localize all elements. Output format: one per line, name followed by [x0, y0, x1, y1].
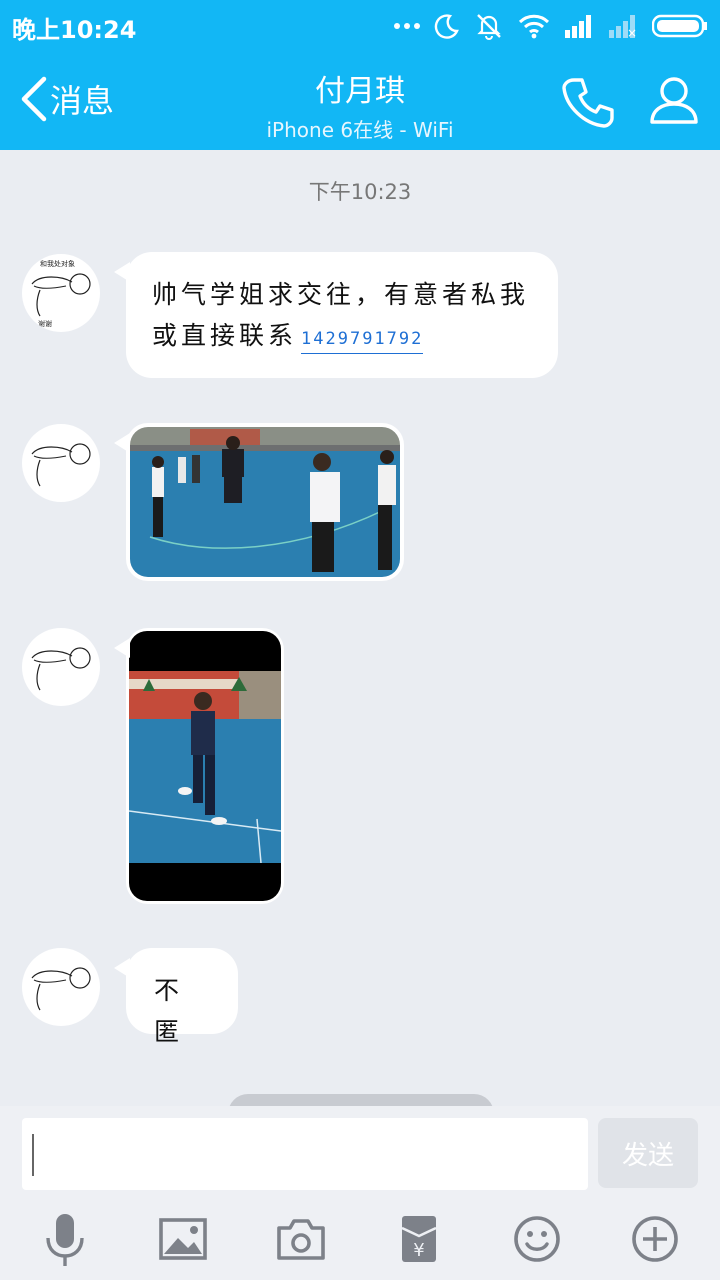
- svg-text:¥: ¥: [413, 1240, 424, 1261]
- contact-name: 付月琪: [315, 74, 405, 109]
- status-bar: 晚上10:24 ×: [0, 0, 720, 52]
- message-bubble-text[interactable]: 帅气学姐求交往，有意者私我或直接联系 1429791792: [114, 252, 558, 378]
- wifi-icon: [518, 14, 550, 39]
- status-time: 晚上10:24: [12, 16, 137, 44]
- message-text: 帅气学姐求交往，有意者私我或直接联系 1429791792: [152, 274, 532, 360]
- message-bubble-image[interactable]: [114, 423, 404, 581]
- message-bubble-text[interactable]: 不匿: [114, 948, 238, 1046]
- avatar-caption-bottom: 谢谢: [38, 319, 52, 328]
- moon-icon: [434, 14, 459, 39]
- contact-avatar[interactable]: [22, 424, 100, 502]
- contact-avatar[interactable]: 和我处对象 谢谢: [22, 254, 100, 332]
- message-bubble-image[interactable]: [114, 628, 284, 904]
- contact-avatar[interactable]: [22, 628, 100, 706]
- profile-icon[interactable]: [648, 74, 700, 126]
- message-input[interactable]: [22, 1118, 588, 1190]
- message-text: 不匿: [154, 976, 184, 1046]
- svg-text:×: ×: [627, 26, 637, 38]
- signal-no-sim-icon: ×: [609, 15, 637, 38]
- avatar-drawing: 和我处对象 谢谢: [31, 259, 91, 328]
- phone-icon[interactable]: [560, 74, 616, 130]
- signal-icon: [565, 15, 591, 38]
- send-button[interactable]: 发送: [598, 1118, 698, 1188]
- composer-area: 发送 ¥: [0, 1106, 720, 1280]
- battery-icon: [652, 14, 707, 38]
- camera-icon[interactable]: [276, 1212, 326, 1266]
- avatar-drawing: [31, 967, 91, 1011]
- message-timestamp: 下午10:23: [308, 180, 412, 204]
- back-button[interactable]: 消息: [18, 74, 114, 124]
- avatar-drawing: [31, 647, 91, 691]
- emoji-icon[interactable]: [512, 1212, 562, 1266]
- more-dots-icon: [394, 23, 420, 29]
- image-icon[interactable]: [158, 1212, 208, 1266]
- nav-bar: 消息 付月琪 iPhone 6在线 - WiFi: [0, 52, 720, 150]
- avatar-caption-top: 和我处对象: [40, 259, 75, 268]
- top-bar: 晚上10:24 × 消息 付月琪 iPhone 6在线 - WiFi: [0, 0, 720, 150]
- composer-toolbar: ¥: [0, 1212, 720, 1276]
- chat-title: 付月琪 iPhone 6在线 - WiFi: [160, 66, 560, 143]
- plus-icon[interactable]: [630, 1212, 680, 1266]
- contact-avatar[interactable]: [22, 948, 100, 1026]
- jump-rope-single-photo[interactable]: [129, 631, 281, 901]
- avatar-drawing: [31, 443, 91, 487]
- red-packet-icon[interactable]: ¥: [394, 1212, 444, 1266]
- phone-number-link[interactable]: 1429791792: [301, 329, 424, 354]
- text-caret: [32, 1134, 34, 1176]
- online-status: iPhone 6在线 - WiFi: [266, 118, 454, 142]
- jump-rope-group-photo[interactable]: [130, 427, 400, 577]
- microphone-icon[interactable]: [40, 1212, 90, 1266]
- status-icons: ×: [394, 8, 708, 44]
- mute-icon: [477, 14, 501, 40]
- chevron-left-icon: [21, 76, 47, 122]
- back-label: 消息: [50, 82, 115, 120]
